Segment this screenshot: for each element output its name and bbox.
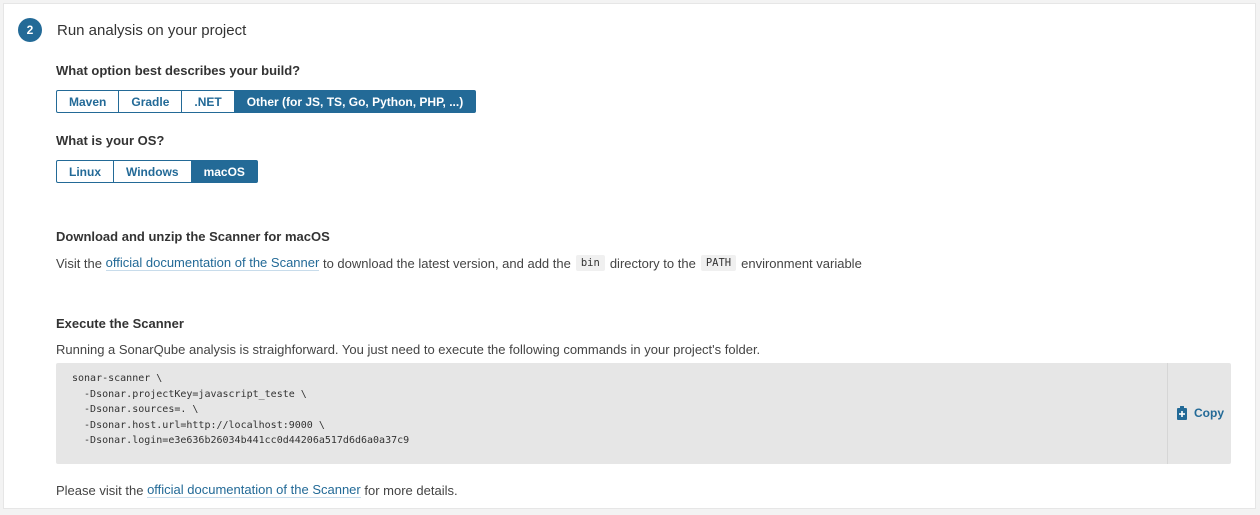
code-line: -Dsonar.sources=. \ <box>72 404 199 415</box>
code-line: -Dsonar.projectKey=javascript_teste \ <box>72 388 307 400</box>
build-option-gradle[interactable]: Gradle <box>118 90 183 113</box>
download-instructions: Visit the official documentation of the … <box>56 254 862 272</box>
build-option-dotnet[interactable]: .NET <box>181 90 235 113</box>
command-code-block: sonar-scanner \ -Dsonar.projectKey=javas… <box>56 363 1231 464</box>
scanner-docs-link[interactable]: official documentation of the Scanner <box>105 255 320 271</box>
build-option-other[interactable]: Other (for JS, TS, Go, Python, PHP, ...) <box>233 90 477 113</box>
build-question: What option best describes your build? <box>56 63 301 78</box>
download-text-middle: to download the latest version, and add … <box>322 255 571 271</box>
build-option-maven[interactable]: Maven <box>56 90 120 113</box>
build-options: Maven Gradle .NET Other (for JS, TS, Go,… <box>56 90 477 113</box>
code-divider <box>1167 363 1168 464</box>
analysis-step-panel: 2 Run analysis on your project What opti… <box>3 3 1256 509</box>
footer-text-after: for more details. <box>364 482 458 498</box>
footer-text-before: Please visit the <box>56 482 144 498</box>
execute-title: Execute the Scanner <box>56 316 184 331</box>
step-title: Run analysis on your project <box>57 21 247 39</box>
code-line: sonar-scanner \ <box>72 373 163 384</box>
step-header: 2 Run analysis on your project <box>18 18 246 42</box>
command-code: sonar-scanner \ -Dsonar.projectKey=javas… <box>72 371 409 449</box>
copy-label: Copy <box>1194 406 1224 420</box>
footer-docs-link[interactable]: official documentation of the Scanner <box>147 482 361 498</box>
execute-description: Running a SonarQube analysis is straighf… <box>56 342 761 357</box>
download-text-middle2: directory to the <box>609 255 696 271</box>
download-text-after: environment variable <box>741 255 862 271</box>
code-line: -Dsonar.host.url=http://localhost:9000 \ <box>72 419 325 431</box>
copy-button[interactable]: Copy <box>1177 403 1224 423</box>
code-line: -Dsonar.login=e3e636b26034b441cc0d44206a… <box>72 435 410 446</box>
bin-code: bin <box>575 255 605 271</box>
download-title: Download and unzip the Scanner for macOS <box>56 229 330 244</box>
download-text-before: Visit the <box>56 255 103 271</box>
os-option-macos[interactable]: macOS <box>190 160 258 183</box>
os-question: What is your OS? <box>56 133 165 148</box>
step-number-badge: 2 <box>18 18 42 42</box>
os-option-windows[interactable]: Windows <box>113 160 192 183</box>
os-options: Linux Windows macOS <box>56 160 258 183</box>
footer-note: Please visit the official documentation … <box>56 482 458 498</box>
clipboard-plus-icon <box>1177 406 1189 420</box>
path-code: PATH <box>700 255 737 271</box>
os-option-linux[interactable]: Linux <box>56 160 114 183</box>
